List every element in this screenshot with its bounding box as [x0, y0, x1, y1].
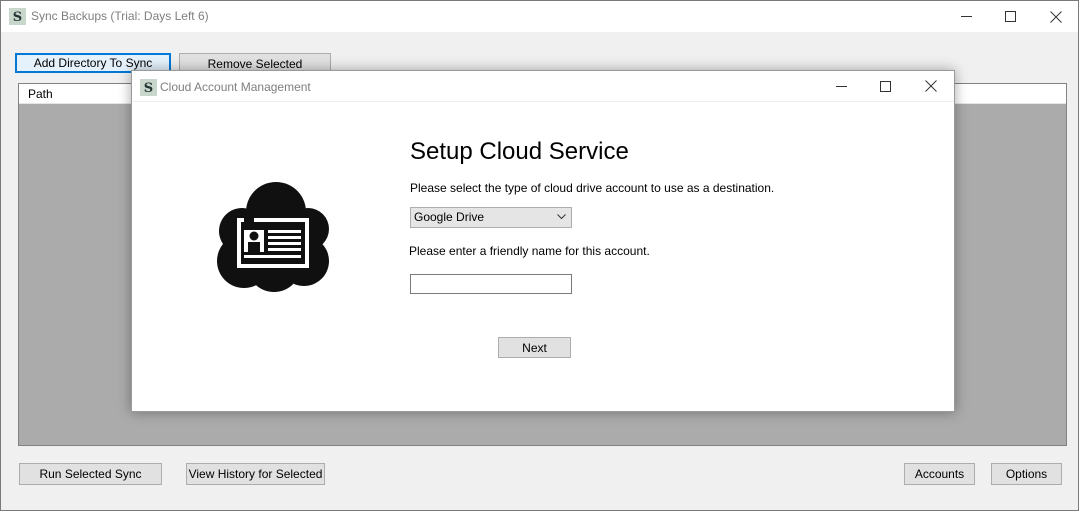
- next-button[interactable]: Next: [498, 337, 571, 358]
- maximize-icon: [879, 80, 891, 92]
- dialog-titlebar[interactable]: S Cloud Account Management: [132, 71, 954, 102]
- dialog-title: Cloud Account Management: [160, 80, 311, 94]
- service-type-prompt: Please select the type of cloud drive ac…: [410, 181, 775, 195]
- chevron-down-icon: [557, 214, 566, 220]
- cloud-id-card-icon: [217, 182, 329, 292]
- dialog-close-button[interactable]: [908, 71, 954, 101]
- main-close-button[interactable]: [1033, 1, 1079, 32]
- view-history-button[interactable]: View History for Selected: [186, 463, 325, 485]
- app-logo-icon: S: [9, 8, 26, 25]
- close-icon: [1050, 10, 1062, 23]
- column-header-path[interactable]: Path: [28, 87, 53, 101]
- main-window-title: Sync Backups (Trial: Days Left 6): [31, 9, 209, 23]
- cloud-account-dialog: S Cloud Account Management Setup Cloud S…: [131, 70, 955, 412]
- minimize-icon: [960, 16, 972, 17]
- service-type-select[interactable]: Google Drive: [410, 207, 572, 228]
- dialog-maximize-button[interactable]: [862, 71, 908, 101]
- accounts-button[interactable]: Accounts: [904, 463, 975, 485]
- service-type-value: Google Drive: [414, 210, 485, 224]
- main-titlebar[interactable]: S Sync Backups (Trial: Days Left 6): [1, 1, 1078, 32]
- dialog-app-logo-icon: S: [140, 79, 157, 96]
- run-selected-sync-button[interactable]: Run Selected Sync: [19, 463, 162, 485]
- friendly-name-prompt: Please enter a friendly name for this ac…: [409, 244, 650, 258]
- dialog-heading: Setup Cloud Service: [410, 138, 629, 165]
- dialog-minimize-button[interactable]: [818, 71, 864, 101]
- main-maximize-button[interactable]: [987, 1, 1033, 32]
- close-icon: [925, 80, 937, 92]
- minimize-icon: [835, 85, 847, 87]
- maximize-icon: [1004, 11, 1016, 22]
- main-minimize-button[interactable]: [943, 1, 989, 32]
- friendly-name-input[interactable]: [410, 274, 572, 294]
- options-button[interactable]: Options: [991, 463, 1062, 485]
